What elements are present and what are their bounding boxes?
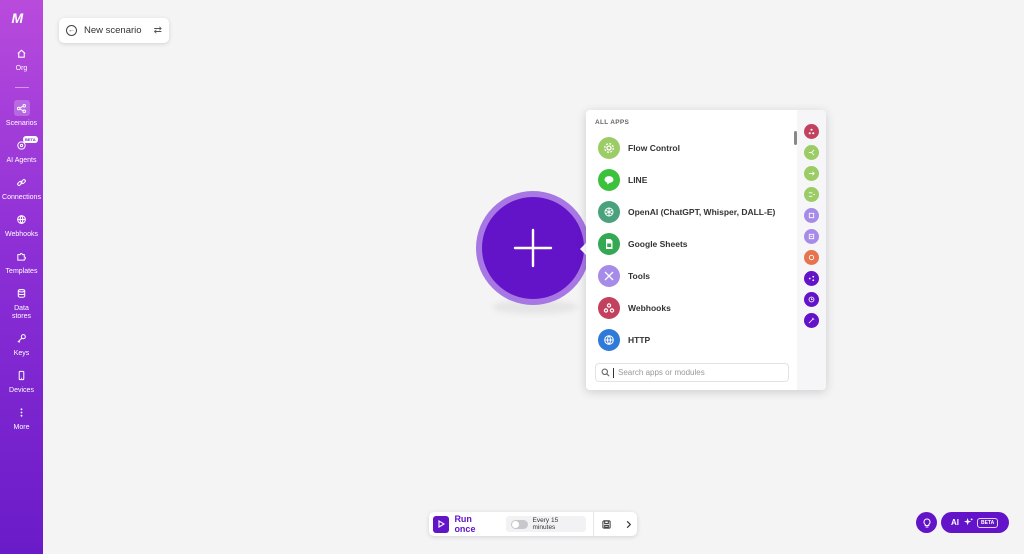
text-caret [613,367,614,378]
sidebar-item-label: AI Agents [6,157,37,164]
app-name: Flow Control [628,143,680,153]
play-icon [433,515,450,533]
make-logo[interactable]: M [12,10,32,26]
ai-assistant-button[interactable]: AI BETA [941,512,1009,533]
database-icon [14,285,30,301]
sidebar: M Org Scenarios BETA AI Agents Connectio… [0,0,43,554]
scenario-toolbar: Run once Every 15 minutes [429,512,637,536]
rail-magic-icon[interactable] [804,313,819,328]
http-globe-icon [598,329,620,351]
sidebar-item-keys[interactable]: Keys [0,330,43,358]
rail-tools-icon[interactable] [804,208,819,223]
sidebar-item-webhooks[interactable]: Webhooks [0,211,43,239]
hints-button[interactable] [916,512,937,533]
app-name: LINE [628,175,648,185]
scenario-name[interactable]: New scenario [84,25,142,36]
sidebar-item-data-stores[interactable]: Data stores [0,285,43,321]
sparkle-icon [964,518,973,526]
key-icon [14,330,30,346]
sidebar-item-label: Devices [9,387,34,394]
gear-icon [598,137,620,159]
webhook-icon [598,297,620,319]
sidebar-item-label: Data stores [11,305,32,320]
app-item-http[interactable]: HTTP [586,324,796,356]
ai-label: AI [951,518,959,527]
app-name: HTTP [628,335,651,345]
link-icon [14,174,30,190]
beta-badge: BETA [23,136,38,143]
app-name: OpenAI (ChatGPT, Whisper, DALL-E) [628,207,776,217]
rail-webhook-icon[interactable] [804,124,819,139]
search-input[interactable] [618,368,788,377]
app-picker-panel: ALL APPS Flow Control LINE OpenAI (ChatG… [586,110,826,390]
openai-icon [598,201,620,223]
app-name: Tools [628,271,651,281]
rail-clock-icon[interactable] [804,292,819,307]
swap-icon[interactable]: ⇄ [154,25,162,36]
app-item-webhooks[interactable]: Webhooks [586,292,796,324]
add-module-button[interactable] [482,197,584,299]
app-item-flow-control[interactable]: Flow Control [586,132,796,164]
run-once-label: Run once [454,514,476,534]
rail-json-icon[interactable] [804,250,819,265]
rail-flow-icon[interactable] [804,166,819,181]
sidebar-item-scenarios[interactable]: Scenarios [0,100,43,128]
sidebar-item-ai-agents[interactable]: BETA AI Agents [0,136,43,165]
phone-icon [14,367,30,383]
sidebar-item-label: Templates [5,268,38,275]
app-name: Webhooks [628,303,671,313]
sidebar-item-connections[interactable]: Connections [0,174,43,202]
app-item-openai[interactable]: OpenAI (ChatGPT, Whisper, DALL-E) [586,196,796,228]
sidebar-divider [14,87,29,88]
run-once-button[interactable]: Run once [429,514,494,534]
rail-router-icon[interactable] [804,145,819,160]
app-item-tools[interactable]: Tools [586,260,796,292]
sidebar-item-label: Org [15,65,28,72]
sidebar-item-label: Keys [13,350,30,357]
app-item-google-sheets[interactable]: Google Sheets [586,228,796,260]
rail-text-parser-icon[interactable] [804,229,819,244]
share-nodes-icon [13,100,30,116]
tools-icon [598,265,620,287]
sidebar-item-more[interactable]: More [0,404,43,432]
sidebar-item-devices[interactable]: Devices [0,367,43,395]
save-icon[interactable] [598,515,615,533]
puzzle-icon [14,248,30,264]
recent-modules-rail [797,110,826,390]
sidebar-item-label: Scenarios [5,120,38,127]
home-icon [14,45,30,61]
schedule-label: Every 15 minutes [532,517,559,531]
sidebar-item-templates[interactable]: Templates [0,248,43,276]
more-vertical-icon [14,404,30,420]
chevron-right-icon[interactable] [620,515,637,533]
app-search-box[interactable] [595,363,789,382]
line-chat-icon [598,169,620,191]
app-list-heading: ALL APPS [595,119,630,126]
sidebar-item-label: More [13,424,30,431]
globe-icon [14,211,30,227]
rail-share-icon[interactable] [804,271,819,286]
scenario-header: ← New scenario ⇄ [59,18,169,43]
lightbulb-icon [923,517,930,527]
sidebar-item-label: Webhooks [5,231,38,238]
sheets-icon [598,233,620,255]
schedule-switch[interactable] [511,519,528,529]
rail-aggregator-icon[interactable] [804,187,819,202]
search-icon [601,368,610,377]
sidebar-item-org[interactable]: Org [0,45,43,73]
app-list: Flow Control LINE OpenAI (ChatGPT, Whisp… [586,132,796,356]
schedule-toggle[interactable]: Every 15 minutes [506,516,587,532]
beta-badge: BETA [977,517,999,528]
app-name: Google Sheets [628,239,688,249]
app-item-line[interactable]: LINE [586,164,796,196]
sidebar-item-label: Connections [2,194,41,201]
toolbar-divider [593,512,595,536]
plus-icon [513,228,553,268]
back-arrow-icon[interactable]: ← [66,25,77,36]
